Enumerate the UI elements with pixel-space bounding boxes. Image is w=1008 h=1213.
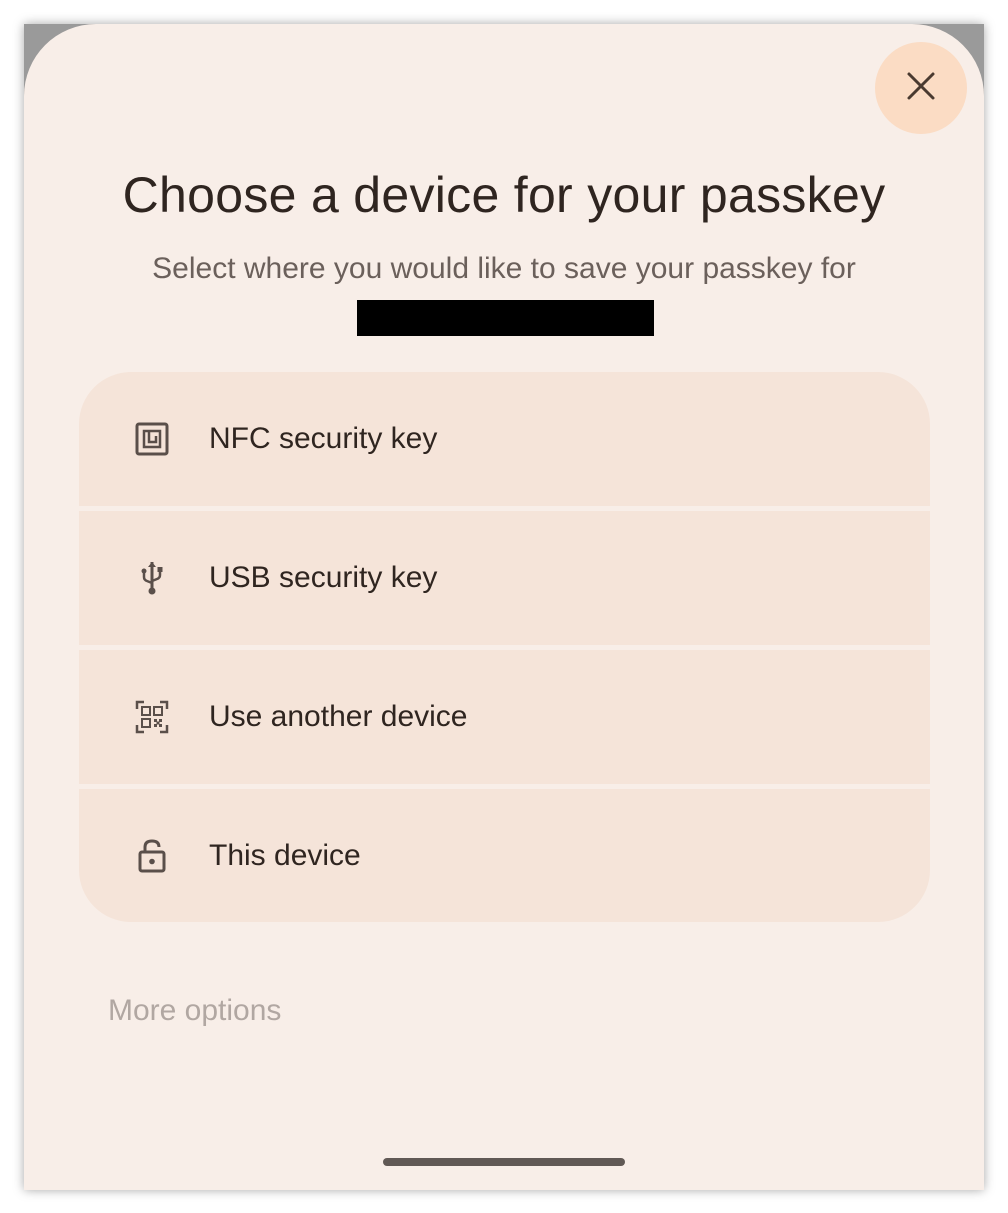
dialog-title: Choose a device for your passkey bbox=[122, 167, 886, 223]
bottom-sheet-dialog: Choose a device for your passkey Select … bbox=[24, 24, 984, 1190]
qr-code-icon bbox=[133, 698, 171, 736]
dialog-subtitle: Select where you would like to save your… bbox=[152, 252, 856, 285]
close-button[interactable] bbox=[875, 42, 967, 134]
option-usb-security-key[interactable]: USB security key bbox=[79, 511, 930, 645]
option-label: NFC security key bbox=[209, 422, 438, 455]
option-nfc-security-key[interactable]: NFC security key bbox=[79, 372, 930, 506]
option-label: This device bbox=[209, 839, 361, 872]
close-icon bbox=[906, 71, 936, 106]
lock-open-icon bbox=[133, 837, 171, 875]
navigation-handle[interactable] bbox=[383, 1158, 625, 1166]
device-options-list: NFC security key USB security key Use an… bbox=[79, 372, 930, 922]
redacted-site-name bbox=[357, 300, 654, 336]
usb-icon bbox=[133, 559, 171, 597]
option-use-another-device[interactable]: Use another device bbox=[79, 650, 930, 784]
option-label: USB security key bbox=[209, 561, 438, 594]
nfc-icon bbox=[133, 420, 171, 458]
option-this-device[interactable]: This device bbox=[79, 789, 930, 922]
more-options-button[interactable]: More options bbox=[108, 994, 281, 1028]
option-label: Use another device bbox=[209, 700, 468, 733]
